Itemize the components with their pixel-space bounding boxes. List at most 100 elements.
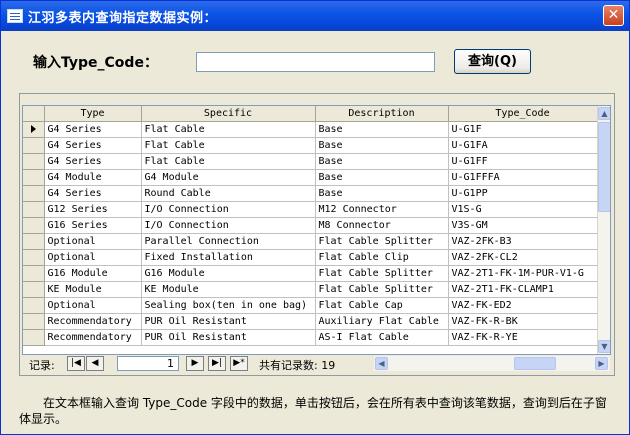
column-header-type-code[interactable]: Type_Code bbox=[448, 106, 598, 122]
cell-description[interactable]: Base bbox=[315, 169, 449, 186]
new-record-icon[interactable]: ▶* bbox=[230, 356, 248, 371]
table-row[interactable]: G4 Series Flat Cable Base U-G1FF bbox=[23, 153, 598, 170]
next-record-icon[interactable]: ▶ bbox=[186, 356, 204, 371]
cell-specific[interactable]: I/O Connection bbox=[141, 201, 316, 218]
table-row[interactable]: G4 Series Flat Cable Base U-G1FA bbox=[23, 137, 598, 154]
table-row[interactable]: G12 Series I/O Connection M12 Connector V1S… bbox=[23, 201, 598, 218]
select-all-corner[interactable] bbox=[23, 106, 45, 122]
cell-description[interactable]: Flat Cable Splitter bbox=[315, 281, 449, 298]
table-row[interactable]: G16 Series I/O Connection M8 Connector V3S-… bbox=[23, 217, 598, 234]
query-button[interactable]: 查询(Q) bbox=[454, 49, 531, 74]
cell-type-code[interactable]: VAZ-FK-ED2 bbox=[448, 297, 598, 314]
cell-description[interactable]: M12 Connector bbox=[315, 201, 449, 218]
table-row[interactable]: Optional Parallel Connection Flat Cable Sp… bbox=[23, 233, 598, 250]
cell-description[interactable]: Base bbox=[315, 137, 449, 154]
cell-type-code[interactable]: U-G1PP bbox=[448, 185, 598, 202]
cell-type[interactable]: Recommendatory bbox=[44, 313, 142, 330]
record-selector[interactable] bbox=[23, 201, 45, 218]
record-selector[interactable] bbox=[23, 217, 45, 234]
record-selector[interactable] bbox=[23, 169, 45, 186]
cell-type-code[interactable]: U-G1FA bbox=[448, 137, 598, 154]
cell-type-code[interactable]: V3S-GM bbox=[448, 217, 598, 234]
cell-type-code[interactable]: VAZ-2T1-FK-1M-PUR-V1-G bbox=[448, 265, 598, 282]
scroll-left-icon[interactable]: ◀ bbox=[375, 357, 388, 370]
title-bar[interactable]: 江羽多表内查询指定数据实例： ✕ bbox=[1, 1, 629, 31]
first-record-icon[interactable]: |◀ bbox=[67, 356, 85, 371]
horizontal-scrollbar[interactable]: ◀ ▶ bbox=[374, 356, 610, 371]
record-selector[interactable] bbox=[23, 265, 45, 282]
table-row[interactable]: Optional Sealing box(ten in one bag) Flat … bbox=[23, 297, 598, 314]
cell-description[interactable]: Flat Cable Cap bbox=[315, 297, 449, 314]
type-code-input[interactable] bbox=[196, 52, 435, 72]
scroll-up-icon[interactable]: ▲ bbox=[598, 107, 610, 120]
record-selector[interactable] bbox=[23, 297, 45, 314]
cell-type[interactable]: G16 Series bbox=[44, 217, 142, 234]
table-row[interactable]: G16 Module G16 Module Flat Cable Splitter V… bbox=[23, 265, 598, 282]
cell-type[interactable]: Optional bbox=[44, 297, 142, 314]
cell-description[interactable]: Base bbox=[315, 121, 449, 138]
cell-type-code[interactable]: VAZ-2FK-CL2 bbox=[448, 249, 598, 266]
cell-specific[interactable]: Parallel Connection bbox=[141, 233, 316, 250]
vertical-scroll-thumb[interactable] bbox=[598, 122, 610, 212]
record-selector[interactable] bbox=[23, 153, 45, 170]
scroll-right-icon[interactable]: ▶ bbox=[595, 357, 608, 370]
cell-specific[interactable]: I/O Connection bbox=[141, 217, 316, 234]
scroll-down-icon[interactable]: ▼ bbox=[598, 340, 610, 353]
record-selector[interactable] bbox=[23, 137, 45, 154]
cell-type-code[interactable]: VAZ-FK-R-BK bbox=[448, 313, 598, 330]
cell-specific[interactable]: Round Cable bbox=[141, 185, 316, 202]
cell-description[interactable]: Flat Cable Splitter bbox=[315, 265, 449, 282]
cell-description[interactable]: Base bbox=[315, 185, 449, 202]
record-selector[interactable] bbox=[23, 329, 45, 346]
cell-specific[interactable]: Flat Cable bbox=[141, 153, 316, 170]
current-record-field[interactable]: 1 bbox=[117, 356, 179, 371]
cell-specific[interactable]: Fixed Installation bbox=[141, 249, 316, 266]
cell-description[interactable]: Auxiliary Flat Cable bbox=[315, 313, 449, 330]
cell-type[interactable]: G12 Series bbox=[44, 201, 142, 218]
cell-type[interactable]: G4 Series bbox=[44, 153, 142, 170]
previous-record-icon[interactable]: ◀ bbox=[86, 356, 104, 371]
record-selector[interactable] bbox=[23, 121, 45, 138]
cell-specific[interactable]: Sealing box(ten in one bag) bbox=[141, 297, 316, 314]
cell-description[interactable]: Flat Cable Splitter bbox=[315, 233, 449, 250]
horizontal-scroll-thumb[interactable] bbox=[514, 357, 556, 370]
cell-type[interactable]: G4 Series bbox=[44, 185, 142, 202]
cell-description[interactable]: M8 Connector bbox=[315, 217, 449, 234]
cell-type-code[interactable]: U-G1F bbox=[448, 121, 598, 138]
record-selector[interactable] bbox=[23, 249, 45, 266]
close-button[interactable]: ✕ bbox=[603, 5, 624, 26]
cell-type[interactable]: Optional bbox=[44, 233, 142, 250]
vertical-scrollbar[interactable]: ▲ ▼ bbox=[597, 106, 610, 354]
cell-description[interactable]: Base bbox=[315, 153, 449, 170]
table-row[interactable]: Optional Fixed Installation Flat Cable Cli… bbox=[23, 249, 598, 266]
cell-type-code[interactable]: VAZ-2FK-B3 bbox=[448, 233, 598, 250]
table-row[interactable]: Recommendatory PUR Oil Resistant AS-I Flat… bbox=[23, 329, 598, 346]
column-header-description[interactable]: Description bbox=[315, 106, 449, 122]
cell-type[interactable]: Recommendatory bbox=[44, 329, 142, 346]
cell-type[interactable]: G4 Series bbox=[44, 121, 142, 138]
cell-specific[interactable]: PUR Oil Resistant bbox=[141, 313, 316, 330]
cell-type-code[interactable]: VAZ-FK-R-YE bbox=[448, 329, 598, 346]
record-selector[interactable] bbox=[23, 281, 45, 298]
last-record-icon[interactable]: ▶| bbox=[208, 356, 226, 371]
cell-specific[interactable]: KE Module bbox=[141, 281, 316, 298]
cell-type[interactable]: G4 Module bbox=[44, 169, 142, 186]
cell-type-code[interactable]: V1S-G bbox=[448, 201, 598, 218]
cell-type[interactable]: G4 Series bbox=[44, 137, 142, 154]
cell-description[interactable]: Flat Cable Clip bbox=[315, 249, 449, 266]
cell-specific[interactable]: Flat Cable bbox=[141, 137, 316, 154]
column-header-specific[interactable]: Specific bbox=[141, 106, 316, 122]
record-selector[interactable] bbox=[23, 313, 45, 330]
cell-specific[interactable]: G4 Module bbox=[141, 169, 316, 186]
record-selector[interactable] bbox=[23, 185, 45, 202]
table-row[interactable]: G4 Series Round Cable Base U-G1PP bbox=[23, 185, 598, 202]
cell-type[interactable]: G16 Module bbox=[44, 265, 142, 282]
cell-specific[interactable]: Flat Cable bbox=[141, 121, 316, 138]
cell-type[interactable]: KE Module bbox=[44, 281, 142, 298]
column-header-type[interactable]: Type bbox=[44, 106, 142, 122]
cell-type-code[interactable]: VAZ-2T1-FK-CLAMP1 bbox=[448, 281, 598, 298]
cell-type-code[interactable]: U-G1FFFA bbox=[448, 169, 598, 186]
record-selector[interactable] bbox=[23, 233, 45, 250]
cell-type[interactable]: Optional bbox=[44, 249, 142, 266]
cell-specific[interactable]: PUR Oil Resistant bbox=[141, 329, 316, 346]
